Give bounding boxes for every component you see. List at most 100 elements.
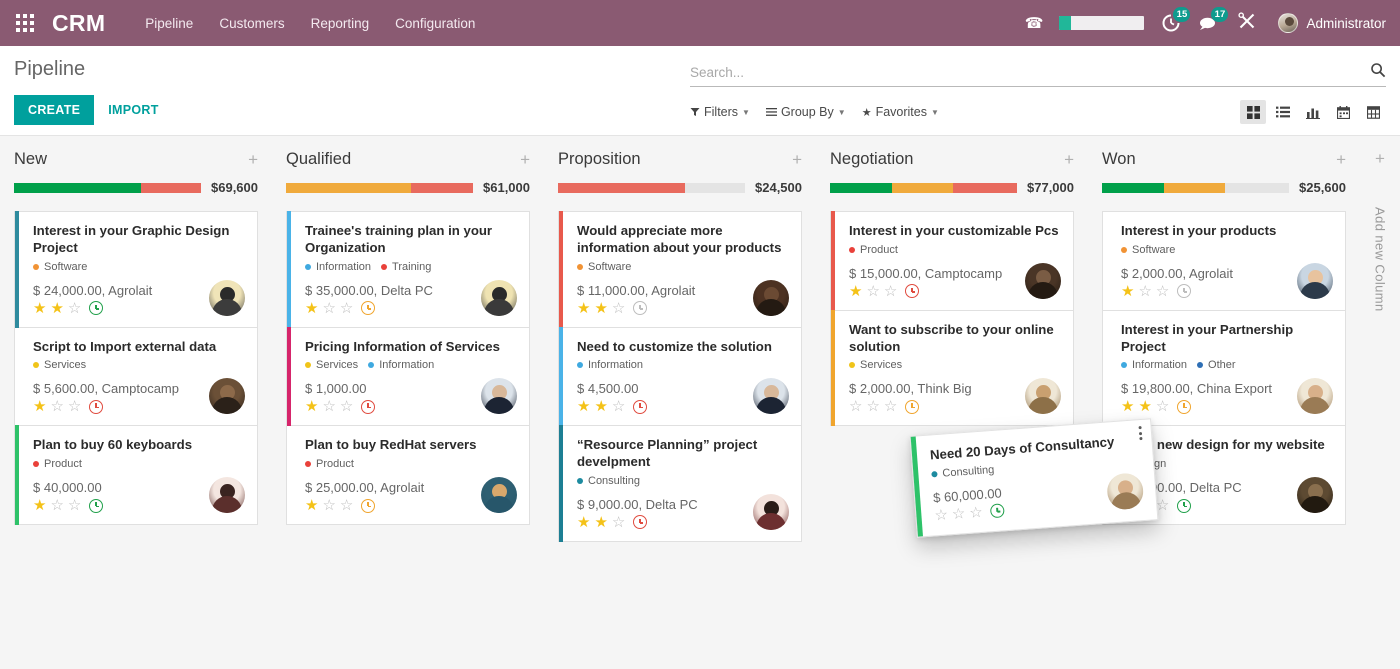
priority-star[interactable]: ☆ — [866, 284, 879, 299]
nav-item-customers[interactable]: Customers — [219, 16, 284, 31]
activity-clock-icon[interactable] — [361, 400, 375, 414]
card-priority-stars[interactable]: ★☆☆ — [305, 301, 473, 316]
priority-star[interactable]: ☆ — [68, 301, 81, 316]
priority-star[interactable]: ☆ — [1156, 498, 1169, 513]
kanban-card[interactable]: Interest in your productsSoftware$ 2,000… — [1102, 211, 1346, 311]
kanban-card[interactable]: Pricing Information of ServicesServicesI… — [286, 328, 530, 427]
priority-star[interactable]: ☆ — [849, 399, 862, 414]
kanban-card[interactable]: Interest in your Graphic Design ProjectS… — [14, 211, 258, 328]
priority-star[interactable]: ★ — [305, 301, 318, 316]
kanban-card[interactable]: Plan to buy RedHat serversProduct$ 25,00… — [286, 426, 530, 525]
priority-star[interactable]: ☆ — [612, 399, 625, 414]
app-brand-crm[interactable]: CRM — [52, 10, 105, 37]
activity-clock-icon[interactable] — [89, 301, 103, 315]
priority-star[interactable]: ★ — [33, 301, 46, 316]
activity-clock-icon[interactable] — [905, 284, 919, 298]
dragged-card[interactable]: Need 20 Days of Consultancy Consulting $… — [910, 418, 1159, 537]
priority-star[interactable]: ☆ — [969, 505, 984, 521]
priority-star[interactable]: ☆ — [50, 399, 63, 414]
priority-star[interactable]: ★ — [594, 515, 607, 530]
activity-clock-icon[interactable] — [89, 499, 103, 513]
priority-star[interactable]: ★ — [50, 301, 63, 316]
import-button[interactable]: IMPORT — [108, 103, 158, 117]
card-priority-stars[interactable]: ★ ☆ ☆ — [849, 284, 1017, 299]
activity-clock-icon[interactable] — [1177, 499, 1191, 513]
priority-star[interactable]: ★ — [1121, 399, 1134, 414]
priority-star[interactable]: ★ — [1121, 284, 1134, 299]
priority-star[interactable]: ☆ — [340, 301, 353, 316]
priority-star[interactable]: ☆ — [866, 399, 879, 414]
priority-star[interactable]: ☆ — [68, 498, 81, 513]
nav-item-configuration[interactable]: Configuration — [395, 16, 475, 31]
search-icon[interactable] — [1370, 62, 1386, 82]
card-priority-stars[interactable]: ★ ★ ☆ — [1121, 399, 1289, 414]
activity-clock-icon[interactable] — [1177, 284, 1191, 298]
kanban-card[interactable]: Script to Import external dataServices$ … — [14, 328, 258, 427]
kanban-card[interactable]: Interest in your customizable PcsProduct… — [830, 211, 1074, 311]
activity-clock-icon[interactable] — [633, 515, 647, 529]
kanban-card[interactable]: Want to subscribe to your online solutio… — [830, 311, 1074, 427]
card-priority-stars[interactable]: ☆ ☆ ☆ — [849, 399, 1017, 414]
priority-star[interactable]: ★ — [577, 301, 590, 316]
card-priority-stars[interactable]: ★★☆ — [577, 515, 745, 530]
column-progress-bar[interactable] — [286, 183, 473, 193]
priority-star[interactable]: ★ — [33, 498, 46, 513]
priority-star[interactable]: ☆ — [612, 301, 625, 316]
column-progress-bar[interactable] — [14, 183, 201, 193]
tools-icon[interactable] — [1238, 12, 1256, 35]
card-priority-stars[interactable]: ★☆☆ — [305, 498, 473, 513]
column-progress-bar[interactable] — [558, 183, 745, 193]
priority-star[interactable]: ☆ — [884, 399, 897, 414]
add-new-column-button[interactable]: + Add new Column — [1360, 136, 1400, 669]
priority-star[interactable]: ★ — [594, 301, 607, 316]
filters-dropdown[interactable]: Filters ▼ — [690, 105, 750, 119]
kanban-card[interactable]: Plan to buy 60 keyboardsProduct$ 40,000.… — [14, 426, 258, 525]
kanban-card[interactable]: “Resource Planning” project develpmentCo… — [558, 426, 802, 542]
add-card-button[interactable]: + — [792, 151, 802, 168]
kanban-card[interactable]: Interest in your Partnership ProjectInfo… — [1102, 311, 1346, 427]
priority-star[interactable]: ☆ — [1156, 399, 1169, 414]
priority-star[interactable]: ★ — [577, 399, 590, 414]
activity-clock-icon[interactable] — [633, 301, 647, 315]
search-input[interactable] — [690, 65, 1370, 80]
priority-star[interactable]: ★ — [1138, 399, 1151, 414]
apps-grid-icon[interactable] — [16, 14, 34, 32]
activity-clock-icon[interactable] — [361, 301, 375, 315]
priority-star[interactable]: ☆ — [322, 498, 335, 513]
kanban-card[interactable]: Need to customize the solutionInformatio… — [558, 328, 802, 427]
priority-star[interactable]: ★ — [849, 284, 862, 299]
column-title[interactable]: Proposition — [558, 150, 641, 169]
card-priority-stars[interactable]: ★ ★ ☆ — [33, 301, 201, 316]
activity-clock-icon[interactable] — [361, 499, 375, 513]
priority-star[interactable]: ☆ — [951, 506, 966, 522]
card-priority-stars[interactable]: ★☆☆ — [33, 498, 201, 513]
priority-star[interactable]: ☆ — [340, 498, 353, 513]
column-progress-bar[interactable] — [830, 183, 1017, 193]
kanban-view-button[interactable] — [1240, 100, 1266, 124]
card-priority-stars[interactable]: ★☆☆ — [1121, 284, 1289, 299]
user-menu[interactable]: Administrator — [1278, 13, 1386, 33]
list-view-button[interactable] — [1270, 100, 1296, 124]
activity-clock-icon[interactable] — [633, 400, 647, 414]
priority-star[interactable]: ★ — [594, 399, 607, 414]
group-by-dropdown[interactable]: Group By ▼ — [766, 105, 846, 119]
add-card-button[interactable]: + — [520, 151, 530, 168]
priority-star[interactable]: ☆ — [340, 399, 353, 414]
graph-view-button[interactable] — [1300, 100, 1326, 124]
priority-star[interactable]: ☆ — [68, 399, 81, 414]
activity-clock-icon[interactable] — [990, 504, 1005, 519]
priority-star[interactable]: ★ — [577, 515, 590, 530]
activity-clock-icon[interactable]: 15 — [1160, 12, 1182, 34]
activity-clock-icon[interactable] — [1177, 400, 1191, 414]
priority-star[interactable]: ☆ — [884, 284, 897, 299]
add-card-button[interactable]: + — [248, 151, 258, 168]
nav-item-reporting[interactable]: Reporting — [311, 16, 370, 31]
favorites-dropdown[interactable]: ★ Favorites ▼ — [862, 105, 939, 119]
kanban-card[interactable]: Trainee's training plan in your Organiza… — [286, 211, 530, 328]
column-progress-bar[interactable] — [1102, 183, 1289, 193]
card-priority-stars[interactable]: ★ ★ ☆ — [577, 301, 745, 316]
activity-clock-icon[interactable] — [905, 400, 919, 414]
priority-star[interactable]: ★ — [33, 399, 46, 414]
activity-clock-icon[interactable] — [89, 400, 103, 414]
create-button[interactable]: CREATE — [14, 95, 94, 125]
